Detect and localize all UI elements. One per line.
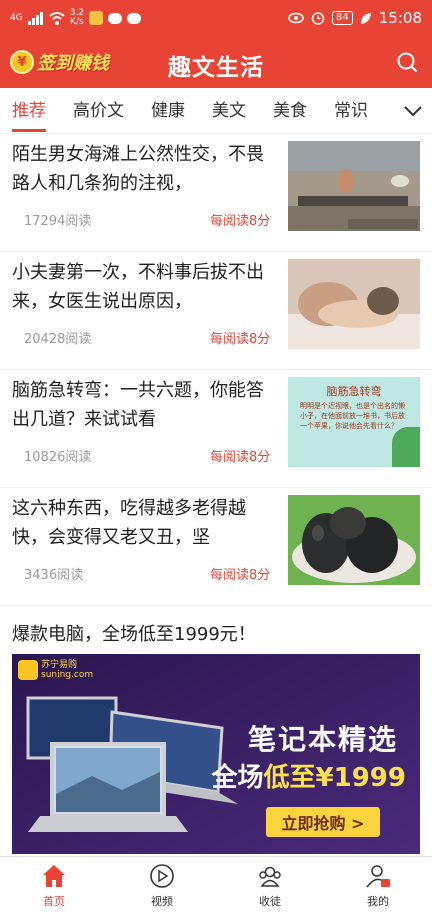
article-item[interactable]: 脑筋急转弯：一共六题，你能答出几道？来试试看 10826阅读 每阅读8分 脑筋急…: [0, 370, 432, 488]
thumbnail-text: 明明是个近视眼，也是个出名的懒小子，在他面前放一堆书，书后放一个苹果，你说他会先…: [300, 402, 405, 430]
battery-indicator: 84: [332, 11, 353, 25]
home-icon: [43, 865, 65, 887]
app-title: 趣文生活: [168, 55, 264, 81]
tab-food[interactable]: 美食: [273, 88, 307, 134]
ad-brand-logo: 苏宁易购 suning.com: [18, 660, 93, 680]
article-title: 陌生男女海滩上公然性交，不畏路人和几条狗的注视，: [12, 144, 264, 194]
tab-essays[interactable]: 美文: [212, 88, 246, 134]
eye-icon: [288, 12, 304, 24]
ad-subheadline-prefix: 全场: [211, 763, 264, 793]
tab-recommend[interactable]: 推荐: [12, 88, 46, 134]
app-header: ¥ 签到赚钱 趣文生活: [0, 36, 432, 88]
ad-subheadline: 全场低至¥1999: [212, 757, 406, 794]
article-thumbnail: 脑筋急转弯 明明是个近视眼，也是个出名的懒小子，在他面前放一堆书，书后放一个苹果…: [288, 377, 420, 467]
nav-profile[interactable]: 我的: [324, 857, 432, 912]
ad-brand-name: 苏宁易购: [41, 660, 78, 670]
article-item[interactable]: 陌生男女海滩上公然性交，不畏路人和几条狗的注视， 17294阅读 每阅读8分: [0, 134, 432, 252]
article-reward: 每阅读8分: [210, 450, 271, 465]
category-tabs: 推荐 高价文 健康 美文 美食 常识: [0, 88, 432, 134]
ad-title: 爆款电脑，全场低至1999元！: [12, 624, 256, 645]
cell-signal-icon: [27, 11, 43, 25]
wechat-notification-icon: [127, 12, 142, 24]
article-thumbnail: [288, 495, 420, 585]
nav-apprentice[interactable]: 收徒: [216, 857, 324, 912]
suning-logo-icon: [18, 660, 38, 680]
ad-brand-url: suning.com: [41, 670, 94, 680]
clock: 15:08: [378, 9, 422, 27]
article-read-count: 10826阅读: [24, 450, 92, 465]
network-speed-unit: K/s: [70, 17, 84, 27]
article-read-count: 20428阅读: [24, 332, 92, 347]
article-title: 小夫妻第一次，不料事后拔不出来，女医生说出原因，: [12, 262, 264, 312]
article-reward: 每阅读8分: [210, 214, 271, 229]
article-reward: 每阅读8分: [210, 332, 271, 347]
ad-price: 低至¥1999: [263, 763, 406, 793]
message-notification-icon: [108, 12, 123, 24]
app-notification-icon: [89, 11, 104, 25]
profile-icon: [366, 865, 390, 888]
signal-indicator: 4G: [10, 13, 23, 23]
buy-now-button[interactable]: 立即抢购 >: [266, 807, 380, 837]
article-thumbnail: [288, 141, 420, 231]
play-icon: [150, 864, 174, 888]
tab-health[interactable]: 健康: [151, 88, 185, 134]
nav-profile-label: 我的: [367, 895, 389, 908]
tab-knowledge[interactable]: 常识: [334, 88, 368, 134]
wifi-icon: [49, 11, 65, 25]
article-read-count: 3436阅读: [24, 568, 84, 583]
article-title: 这六种东西，吃得越多老得越快，会变得又老又丑，坚: [12, 498, 246, 548]
nav-video[interactable]: 视频: [108, 857, 216, 912]
search-icon[interactable]: [396, 51, 418, 73]
ad-banner[interactable]: 苏宁易购 suning.com 笔记本精选 全场低至¥1999 立即抢购 >: [12, 654, 420, 854]
alarm-icon: [311, 12, 325, 25]
tab-high-price[interactable]: 高价文: [73, 88, 124, 134]
nav-video-label: 视频: [151, 895, 173, 908]
nav-home[interactable]: 首页: [0, 857, 108, 912]
article-item[interactable]: 这六种东西，吃得越多老得越快，会变得又老又丑，坚 3436阅读 每阅读8分: [0, 488, 432, 606]
article-read-count: 17294阅读: [24, 214, 92, 229]
nav-home-label: 首页: [43, 895, 65, 908]
ad-headline: 笔记本精选: [247, 723, 398, 756]
article-title: 脑筋急转弯：一共六题，你能答出几道？来试试看: [12, 380, 264, 430]
chevron-down-icon[interactable]: [402, 100, 424, 122]
thumbnail-title: 脑筋急转弯: [326, 385, 382, 398]
article-thumbnail: [288, 259, 420, 349]
network-speed: 3.2 K/s: [70, 9, 84, 27]
status-bar: 4G 3.2 K/s 84 15:08: [0, 0, 432, 36]
apprentice-icon: [259, 866, 281, 887]
nav-apprentice-label: 收徒: [259, 895, 281, 908]
thumbnail-decoration: [392, 427, 420, 467]
bottom-navigation: 首页 视频 收徒 我的: [0, 856, 432, 912]
article-reward: 每阅读8分: [210, 568, 271, 583]
article-item[interactable]: 小夫妻第一次，不料事后拔不出来，女医生说出原因， 20428阅读 每阅读8分: [0, 252, 432, 370]
leaf-icon: [360, 12, 371, 24]
